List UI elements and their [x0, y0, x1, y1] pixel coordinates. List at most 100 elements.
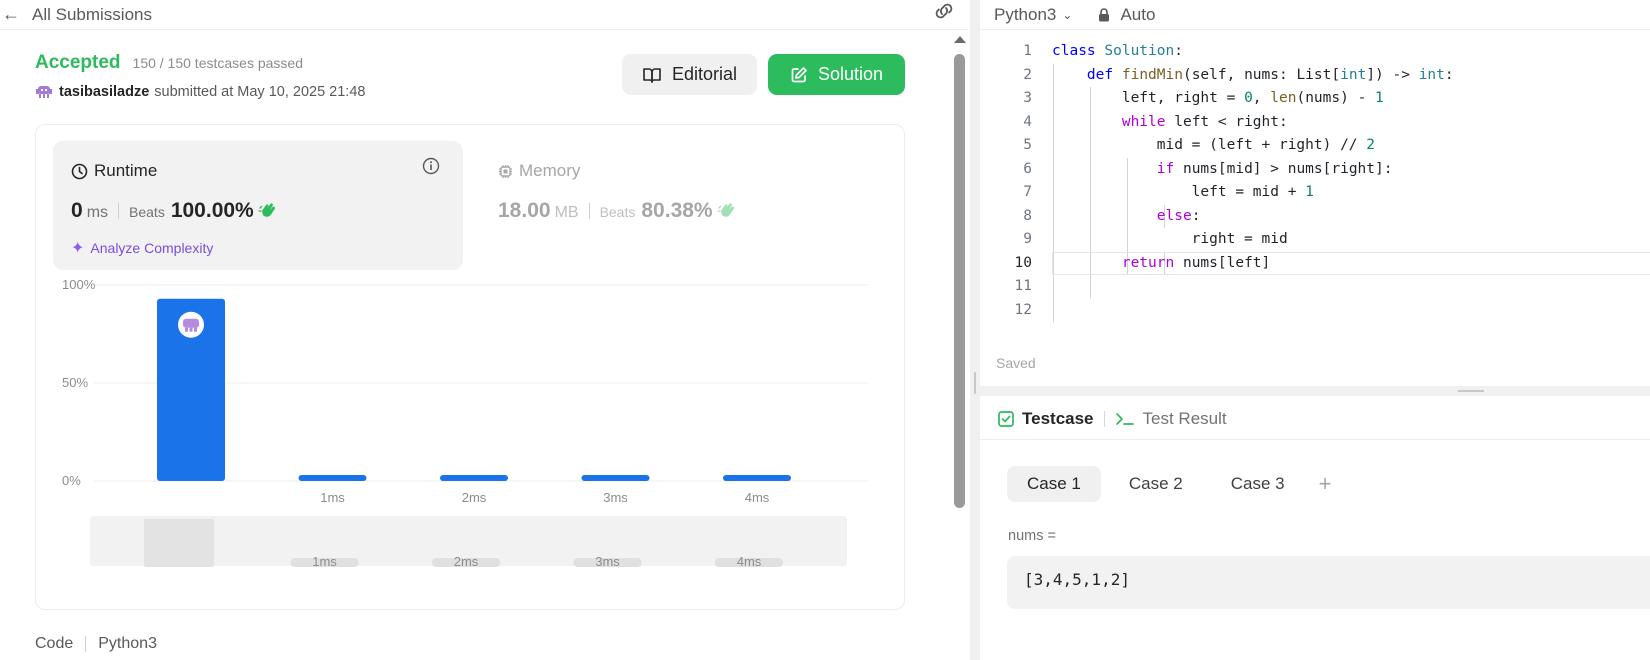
- scrollbar-thumb[interactable]: [954, 54, 965, 508]
- runtime-title: Runtime: [71, 161, 157, 181]
- runtime-beats-value: 100.00%: [170, 199, 254, 222]
- tab-test-result[interactable]: Test Result: [1115, 409, 1227, 429]
- runtime-values: 0 ms Beats 100.00%: [71, 199, 278, 223]
- accepted-status: Accepted: [35, 52, 121, 73]
- chip-icon: [499, 164, 512, 178]
- overview-tick-label: 4ms: [737, 554, 762, 569]
- line-number: 5: [1023, 137, 1032, 153]
- share-link-icon[interactable]: [932, 1, 956, 21]
- submitter-info: tasibasiladze submitted at May 10, 2025 …: [35, 83, 365, 101]
- divider: [588, 203, 590, 219]
- code-editor[interactable]: 1 class Solution: 2 def findMin(self, num…: [980, 40, 1650, 322]
- line-number: 2: [1023, 66, 1032, 83]
- code-text: left, right = 0, len(nums) - 1: [1052, 90, 1384, 106]
- runtime-section[interactable]: Runtime 0 ms Beats 100.00% ✦ Analyze Com…: [53, 141, 463, 270]
- code-line: 12: [980, 299, 1650, 323]
- code-text: def findMin(self, nums: List[int]) -> in…: [1086, 66, 1454, 83]
- panel-resize-handle[interactable]: [970, 0, 980, 660]
- memory-beats-label: Beats: [599, 204, 636, 220]
- back-to-submissions-link[interactable]: ← All Submissions: [0, 4, 152, 25]
- resize-grip[interactable]: [974, 372, 976, 394]
- line-number: 7: [1023, 184, 1032, 200]
- code-language-row: Code Python3: [35, 635, 157, 653]
- case-tab-2[interactable]: Case 2: [1109, 466, 1203, 502]
- username-link[interactable]: tasibasiladze: [59, 84, 149, 100]
- runtime-distribution-chart[interactable]: 100% 50% 0% 1ms 2ms 3ms 4ms 1ms 2ms 3ms 4ms: [36, 275, 904, 610]
- clock-icon: [71, 163, 88, 179]
- runtime-beats-label: Beats: [129, 204, 165, 220]
- submission-header: ← All Submissions: [0, 0, 968, 30]
- memory-section-title[interactable]: Memory: [498, 161, 580, 181]
- code-text: right = mid: [1052, 231, 1288, 247]
- code-text: else:: [1156, 207, 1201, 224]
- overview-tick-label: 2ms: [454, 554, 479, 569]
- line-number: 10: [1014, 254, 1032, 271]
- line-number: 12: [1014, 301, 1032, 318]
- y-tick-label: 100%: [62, 277, 96, 292]
- avatar-marker-icon: [189, 327, 193, 332]
- arrow-left-icon: ←: [2, 4, 20, 24]
- editor-toolbar: Python3 ⌄ Auto: [980, 0, 1650, 30]
- analyze-complexity-link[interactable]: ✦ Analyze Complexity: [71, 238, 213, 258]
- code-line: 2 def findMin(self, nums: List[int]) -> …: [980, 64, 1650, 88]
- code-label: Code: [35, 635, 74, 652]
- sparkle-icon: ✦: [71, 240, 85, 257]
- tab-testcase[interactable]: Testcase: [998, 409, 1094, 429]
- clapping-hands-icon: [716, 203, 734, 217]
- case-tab-1[interactable]: Case 1: [1007, 466, 1101, 502]
- case-tab-3[interactable]: Case 3: [1211, 466, 1305, 502]
- chart-bar: [723, 475, 791, 481]
- line-number: 4: [1023, 113, 1032, 130]
- info-icon[interactable]: [422, 157, 440, 175]
- clapping-hands-icon: [258, 203, 275, 217]
- code-line: 7 left = mid + 1: [980, 181, 1650, 205]
- overview-tick-label: 1ms: [312, 554, 337, 569]
- runtime-value: 0: [71, 199, 83, 222]
- testcases-passed: 150 / 150 testcases passed: [132, 55, 303, 71]
- divider: [85, 636, 87, 652]
- submission-status: Accepted 150 / 150 testcases passed: [35, 52, 303, 74]
- range-selector-window: [144, 519, 214, 567]
- x-tick-label: 2ms: [462, 490, 487, 505]
- memory-unit: MB: [554, 204, 579, 221]
- language-value: Python3: [994, 4, 1057, 24]
- left-scrollbar[interactable]: [952, 36, 966, 660]
- avatar-marker-icon: [185, 327, 188, 332]
- avatar[interactable]: [35, 83, 53, 101]
- submitted-at: submitted at May 10, 2025 21:48: [154, 84, 366, 100]
- code-text: mid = (left + right) // 2: [1052, 137, 1376, 153]
- code-line: 6 if nums[mid] > nums[right]:: [980, 158, 1650, 182]
- editor-resize-handle[interactable]: [980, 386, 1650, 396]
- code-line: 8 else:: [980, 205, 1650, 229]
- chevron-down-icon: ⌄: [1062, 7, 1073, 22]
- test-tabs: Testcase Test Result: [980, 398, 1650, 440]
- code-text: return nums[left]: [1121, 254, 1271, 271]
- x-tick-label: 1ms: [320, 490, 345, 505]
- auto-mode-toggle[interactable]: Auto: [1098, 5, 1155, 25]
- avatar-marker-icon: [194, 327, 197, 332]
- add-case-icon[interactable]: +: [1319, 471, 1332, 497]
- code-line-current: 10 return nums[left]: [980, 251, 1650, 275]
- scroll-up-arrow-icon[interactable]: [954, 36, 966, 43]
- code-text: left = mid + 1: [1052, 184, 1314, 200]
- code-line: 1 class Solution:: [980, 40, 1650, 64]
- chart-bar: [440, 475, 508, 481]
- line-number: 8: [1023, 207, 1032, 224]
- param-input[interactable]: [3,4,5,1,2]: [1007, 556, 1650, 609]
- code-line: 3 left, right = 0, len(nums) - 1: [980, 87, 1650, 111]
- saved-status: Saved: [996, 355, 1036, 371]
- code-language: Python3: [98, 635, 157, 652]
- code-line: 4 while left < right:: [980, 111, 1650, 135]
- language-select[interactable]: Python3 ⌄: [994, 5, 1072, 25]
- editorial-button[interactable]: Editorial: [622, 54, 757, 95]
- solution-button[interactable]: Solution: [768, 54, 905, 95]
- runtime-unit: ms: [86, 204, 109, 221]
- case-tabs: Case 1 Case 2 Case 3 +: [1007, 466, 1331, 502]
- code-line: 9 right = mid: [980, 228, 1650, 252]
- resize-grip[interactable]: [1458, 390, 1484, 392]
- edit-icon: [791, 66, 807, 82]
- memory-beats-value: 80.38%: [641, 199, 713, 222]
- back-label: All Submissions: [32, 4, 152, 24]
- tab-test-result-label: Test Result: [1142, 408, 1227, 428]
- y-tick-label: 0%: [62, 473, 81, 488]
